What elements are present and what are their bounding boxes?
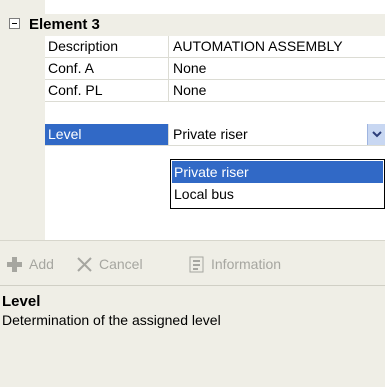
property-row-conf-a[interactable]: Conf. A None [45, 58, 385, 80]
property-value[interactable]: None [173, 58, 385, 79]
help-title: Level [2, 293, 41, 310]
info-icon [189, 256, 204, 273]
level-combobox-value[interactable]: Private riser [173, 124, 385, 145]
level-dropdown-list[interactable]: Private riser Local bus [170, 159, 385, 209]
property-name-selected: Level [45, 124, 169, 145]
property-grid: Element 3 Description AUTOMATION ASSEMBL… [0, 0, 385, 240]
information-label: Information [211, 256, 282, 272]
section-header[interactable]: Element 3 [0, 14, 385, 36]
cancel-label: Cancel [99, 256, 143, 272]
property-value[interactable]: None [173, 80, 385, 101]
dropdown-option-local-bus[interactable]: Local bus [171, 183, 384, 206]
property-row-conf-pl[interactable]: Conf. PL None [45, 80, 385, 102]
x-icon [77, 257, 92, 272]
combo-dropdown-button[interactable] [367, 124, 385, 145]
property-name: Conf. PL [45, 80, 169, 101]
add-button[interactable]: Add [6, 254, 70, 274]
property-row-level[interactable]: Level Private riser [45, 124, 385, 146]
information-button[interactable]: Information [188, 254, 318, 274]
grid-gutter [0, 0, 45, 240]
collapse-icon[interactable] [9, 18, 20, 29]
property-name: Description [45, 36, 169, 57]
property-value[interactable]: AUTOMATION ASSEMBLY [173, 36, 385, 57]
toolbar: Add Cancel Information [0, 240, 385, 285]
section-title: Element 3 [29, 16, 100, 33]
plus-icon [7, 257, 22, 272]
help-panel: Level Determination of the assigned leve… [0, 285, 385, 387]
property-row-description[interactable]: Description AUTOMATION ASSEMBLY [45, 36, 385, 58]
cancel-button[interactable]: Cancel [76, 254, 178, 274]
chevron-down-icon [372, 131, 382, 138]
dropdown-option-private-riser[interactable]: Private riser [172, 161, 383, 183]
help-text: Determination of the assigned level [2, 312, 221, 328]
property-name: Conf. A [45, 58, 169, 79]
add-label: Add [29, 256, 54, 272]
